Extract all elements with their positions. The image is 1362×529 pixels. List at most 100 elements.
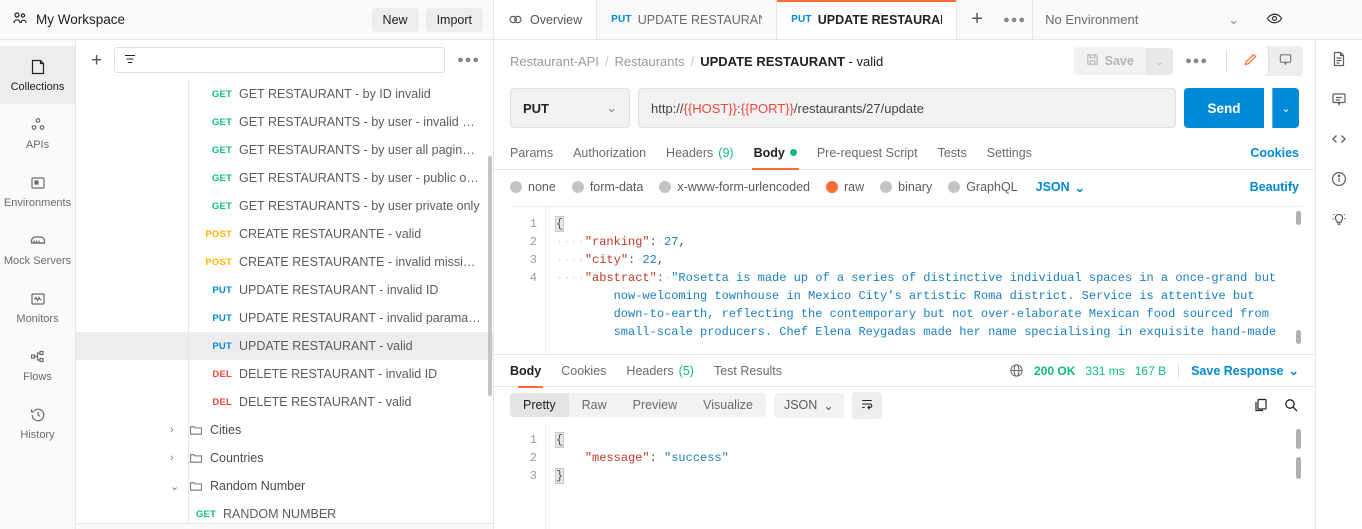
save-button[interactable]: Save (1073, 47, 1146, 75)
request-body-editor[interactable]: 1 2 3 4 { ····"ranking":·27, ····"city":·22… (510, 206, 1303, 354)
body-type-urlencoded[interactable]: x-www-form-urlencoded (659, 180, 810, 194)
tree-folder-row[interactable]: ⌄ Random Number (76, 472, 493, 500)
sidebar-item-apis[interactable]: APIs (0, 104, 75, 162)
url-input[interactable]: http://{{HOST}}: {{PORT}}/restaurants/27/… (638, 88, 1176, 128)
response-tab-body[interactable]: Body (510, 354, 551, 388)
sidebar-item-monitors[interactable]: Monitors (0, 278, 75, 336)
chevron-icon[interactable]: ⌄ (170, 480, 182, 493)
rail-label: Environments (3, 196, 72, 209)
comment-icon[interactable] (1330, 90, 1348, 108)
sidebar-item-flows[interactable]: Flows (0, 336, 75, 394)
copy-icon[interactable] (1253, 397, 1269, 413)
save-options-button[interactable]: ⌄ (1145, 47, 1174, 75)
chevron-icon[interactable]: › (170, 424, 182, 436)
tab-tests[interactable]: Tests (928, 136, 977, 170)
tab-settings[interactable]: Settings (977, 136, 1042, 170)
sidebar-item-collections[interactable]: Collections (0, 46, 75, 104)
search-icon[interactable] (1283, 397, 1299, 413)
new-button[interactable]: New (371, 7, 419, 32)
request-more-button[interactable]: ●●● (1173, 55, 1220, 67)
code-icon[interactable] (1330, 130, 1348, 148)
tree-request-row[interactable]: GET GET RESTAURANTS - by user - public on… (76, 164, 493, 192)
save-response-button[interactable]: Save Response ⌄ (1178, 363, 1299, 378)
label: binary (898, 180, 933, 194)
body-type-none[interactable]: none (510, 180, 556, 194)
tab-pre-request-script[interactable]: Pre-request Script (807, 136, 928, 170)
tree-item-label: GET RESTAURANTS - by user private only (239, 199, 480, 213)
tree-request-row[interactable]: PUT UPDATE RESTAURANT - invalid paramater (76, 304, 493, 332)
response-view-pretty[interactable]: Pretty (510, 393, 569, 417)
edit-mode-button[interactable] (1233, 46, 1268, 76)
body-type-form-data[interactable]: form-data (571, 180, 643, 194)
tree-request-row[interactable]: POST CREATE RESTAURANTE - valid (76, 220, 493, 248)
sidebar-scrollbar[interactable] (488, 156, 492, 396)
body-type-binary[interactable]: binary (880, 180, 932, 194)
sidebar-filter-input[interactable] (114, 47, 446, 73)
tree-request-row[interactable]: PUT UPDATE RESTAURANT - valid (76, 332, 493, 360)
request-editor-code[interactable]: { ····"ranking":·27, ····"city":·22, ···… (546, 207, 1303, 354)
tree-request-row[interactable]: PUT UPDATE RESTAURANT - invalid ID (76, 276, 493, 304)
tree-request-row[interactable]: DEL DELETE RESTAURANT - invalid ID (76, 360, 493, 388)
tree-request-row[interactable]: DEL DELETE RESTAURANT - valid (76, 388, 493, 416)
chevron-icon[interactable]: › (170, 452, 182, 464)
new-tab-button[interactable]: + (957, 0, 997, 39)
tab-request-2[interactable]: PUT UPDATE RESTAURANT - v (777, 0, 958, 39)
response-tab-test-results[interactable]: Test Results (704, 354, 792, 388)
response-body-editor[interactable]: 1 2 3 { "message": "success" } (510, 423, 1303, 529)
tree-folder-row[interactable]: › Cities (76, 416, 493, 444)
response-view-preview[interactable]: Preview (620, 393, 690, 417)
tree-request-row[interactable]: GET GET RESTAURANT - by ID invalid (76, 80, 493, 108)
sidebar-options-button[interactable]: ●●● (454, 54, 483, 66)
add-collection-button[interactable]: + (88, 51, 105, 70)
tree-folder-row[interactable]: › Countries (76, 444, 493, 472)
headers-count: (9) (718, 145, 734, 160)
breadcrumb-collection[interactable]: Restaurant-API (510, 54, 599, 69)
page-title-bold: UPDATE RESTAURANT (700, 53, 845, 69)
tab-body[interactable]: Body (744, 136, 807, 170)
body-type-graphql[interactable]: GraphQL (948, 180, 1018, 194)
tab-overview[interactable]: Overview (494, 0, 598, 39)
monitors-icon (29, 290, 47, 308)
breadcrumb-row: Restaurant-API / Restaurants / UPDATE RE… (494, 40, 1315, 82)
method-selector[interactable]: PUT ⌄ (510, 88, 630, 128)
environment-selector[interactable]: No Environment ⌄ (1033, 0, 1251, 39)
tree-request-row[interactable]: GET GET RESTAURANTS - by user all paginat… (76, 136, 493, 164)
response-tab-cookies[interactable]: Cookies (551, 354, 616, 388)
tree-item-label: DELETE RESTAURANT - valid (239, 395, 412, 409)
response-format-selector[interactable]: JSON ⌄ (773, 392, 844, 418)
body-type-raw[interactable]: raw (826, 180, 864, 194)
tree-request-row[interactable]: POST CREATE RESTAURANTE - invalid missing… (76, 248, 493, 276)
tree-request-row[interactable]: GET GET RESTAURANTS - by user - invalid p… (76, 108, 493, 136)
info-icon[interactable] (1330, 170, 1348, 188)
cookies-link[interactable]: Cookies (1250, 146, 1299, 160)
document-icon[interactable] (1330, 50, 1348, 68)
breadcrumb-folder[interactable]: Restaurants (615, 54, 685, 69)
tab-params[interactable]: Params (510, 136, 563, 170)
lightbulb-icon[interactable] (1330, 210, 1348, 228)
tree-request-row[interactable]: GET RANDOM NUMBER (76, 500, 493, 523)
body-format-selector[interactable]: JSON ⌄ (1036, 180, 1086, 195)
response-view-visualize[interactable]: Visualize (690, 393, 766, 417)
sidebar-item-mock-servers[interactable]: Mock Servers (0, 220, 75, 278)
sidebar-item-history[interactable]: History (0, 394, 75, 452)
tab-request-1[interactable]: PUT UPDATE RESTAURANT - i (597, 0, 778, 39)
environment-quick-look-button[interactable] (1251, 0, 1298, 39)
page-title: UPDATE RESTAURANT - valid (700, 54, 883, 69)
tab-authorization[interactable]: Authorization (563, 136, 656, 170)
comment-mode-button[interactable] (1268, 46, 1303, 76)
response-view-raw[interactable]: Raw (569, 393, 620, 417)
import-button[interactable]: Import (425, 7, 483, 32)
wrap-lines-button[interactable] (851, 391, 882, 419)
beautify-button[interactable]: Beautify (1250, 180, 1299, 194)
tab-headers[interactable]: Headers (9) (656, 136, 744, 170)
tree-request-row[interactable]: GET GET RESTAURANTS - by user private onl… (76, 192, 493, 220)
response-tab-headers[interactable]: Headers (5) (616, 354, 704, 388)
response-editor-scrollbar[interactable] (1296, 427, 1301, 525)
send-button[interactable]: Send (1184, 88, 1264, 128)
response-editor-code[interactable]: { "message": "success" } (546, 423, 1303, 529)
request-editor-scrollbar[interactable] (1296, 211, 1301, 350)
send-options-button[interactable]: ⌄ (1272, 88, 1299, 128)
request-method-badge: GET (195, 508, 216, 520)
tab-options-button[interactable]: ●●● (997, 0, 1034, 39)
sidebar-item-environments[interactable]: Environments (0, 162, 75, 220)
